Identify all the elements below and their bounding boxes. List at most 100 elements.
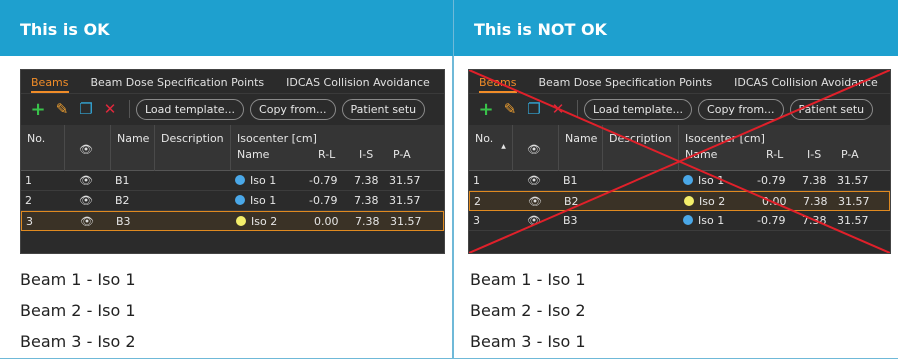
column-no[interactable]: No. bbox=[21, 125, 65, 171]
isocenter-name: Iso 2 bbox=[236, 215, 277, 228]
isocenter-label: Iso 1 bbox=[698, 174, 725, 187]
no-header: No. bbox=[475, 132, 494, 145]
eye-icon: 👁 bbox=[527, 143, 541, 156]
table-row[interactable]: 2 👁 B2 Iso 1 -0.79 7.38 31.57 bbox=[21, 191, 444, 211]
column-name[interactable]: Name bbox=[111, 125, 155, 171]
tab-idcas-collision-avoidance[interactable]: IDCAS Collision Avoidance bbox=[734, 76, 878, 93]
pa-header: P-A bbox=[841, 148, 859, 161]
pa-value: 31.57 bbox=[389, 194, 421, 207]
table-row[interactable]: 3 👁 B3 Iso 1 -0.79 7.38 31.57 bbox=[469, 211, 890, 231]
tab-beam-dose-specification-points[interactable]: Beam Dose Specification Points bbox=[539, 76, 713, 93]
is-value: 7.38 bbox=[354, 194, 379, 207]
eye-icon: 👁 bbox=[527, 214, 541, 227]
beam-number: 2 bbox=[474, 195, 481, 208]
table-body: 1 👁 B1 Iso 1 -0.79 7.38 31.57 2 👁 B2 Iso 2 0.00 7.38… bbox=[469, 171, 890, 231]
table-row[interactable]: 1 👁 B1 Iso 1 -0.79 7.38 31.57 bbox=[21, 171, 444, 191]
eye-icon: 👁 bbox=[527, 174, 541, 187]
rl-header: R-L bbox=[766, 148, 784, 161]
load-template-button[interactable]: Load template... bbox=[584, 98, 693, 120]
isocenter-header: Isocenter [cm] bbox=[685, 132, 765, 145]
table-row[interactable]: 2 👁 B2 Iso 2 0.00 7.38 31.57 bbox=[469, 191, 890, 211]
isocenter-label: Iso 2 bbox=[699, 195, 726, 208]
iso-name-header: Name bbox=[237, 148, 270, 161]
copy-icon[interactable]: ❐ bbox=[525, 100, 543, 118]
isocenter-name: Iso 1 bbox=[683, 174, 724, 187]
is-value: 7.38 bbox=[354, 174, 379, 187]
rl-value: 0.00 bbox=[314, 215, 339, 228]
rl-value: -0.79 bbox=[757, 174, 786, 187]
beams-toolbar: + ✎ ❐ ✕ Load template... Copy from... Pa… bbox=[21, 94, 444, 124]
tab-beams[interactable]: Beams bbox=[31, 76, 69, 93]
ok-panel: This is OK Beams Beam Dose Specification… bbox=[0, 0, 453, 359]
delete-icon[interactable]: ✕ bbox=[101, 100, 119, 118]
copy-from-button[interactable]: Copy from... bbox=[698, 98, 784, 120]
tab-idcas-collision-avoidance[interactable]: IDCAS Collision Avoidance bbox=[286, 76, 430, 93]
beam-name: B1 bbox=[115, 174, 130, 187]
iso-name-header: Name bbox=[685, 148, 718, 161]
load-template-button[interactable]: Load template... bbox=[136, 98, 245, 120]
not-ok-screenshot: Beams Beam Dose Specification Points IDC… bbox=[468, 69, 891, 254]
summary-line: Beam 2 - Iso 1 bbox=[20, 301, 136, 320]
not-ok-panel-title: This is NOT OK bbox=[454, 0, 898, 56]
isocenter-header: Isocenter [cm] bbox=[237, 132, 317, 145]
tab-beam-dose-specification-points[interactable]: Beam Dose Specification Points bbox=[91, 76, 265, 93]
isocenter-color-dot bbox=[684, 196, 694, 206]
copy-icon[interactable]: ❐ bbox=[77, 100, 95, 118]
pa-value: 31.57 bbox=[389, 174, 421, 187]
column-no[interactable]: No. ▲ bbox=[469, 125, 513, 171]
patient-setup-button[interactable]: Patient setu bbox=[789, 98, 874, 120]
not-ok-beam-summary: Beam 1 - Iso 1 Beam 2 - Iso 2 Beam 3 - I… bbox=[470, 264, 586, 357]
isocenter-color-dot bbox=[683, 215, 693, 225]
is-header: I-S bbox=[807, 148, 822, 161]
sort-up-icon: ▲ bbox=[501, 143, 506, 150]
patient-setup-button[interactable]: Patient setu bbox=[341, 98, 426, 120]
column-description[interactable]: Description bbox=[603, 125, 679, 171]
column-description[interactable]: Description bbox=[155, 125, 231, 171]
copy-from-button[interactable]: Copy from... bbox=[250, 98, 336, 120]
eye-icon: 👁 bbox=[79, 194, 93, 207]
edit-pencil-icon[interactable]: ✎ bbox=[501, 100, 519, 118]
table-row[interactable]: 1 👁 B1 Iso 1 -0.79 7.38 31.57 bbox=[469, 171, 890, 191]
isocenter-name: Iso 1 bbox=[235, 174, 276, 187]
isocenter-color-dot bbox=[236, 216, 246, 226]
column-visibility[interactable]: 👁 bbox=[65, 125, 111, 171]
isocenter-color-dot bbox=[683, 175, 693, 185]
column-visibility[interactable]: 👁 bbox=[513, 125, 559, 171]
beam-number: 2 bbox=[25, 194, 32, 207]
table-row[interactable]: 3 👁 B3 Iso 2 0.00 7.38 31.57 bbox=[21, 211, 444, 231]
isocenter-label: Iso 2 bbox=[251, 215, 278, 228]
isocenter-color-dot bbox=[235, 175, 245, 185]
beam-name: B1 bbox=[563, 174, 578, 187]
delete-icon[interactable]: ✕ bbox=[549, 100, 567, 118]
not-ok-panel-body: Beams Beam Dose Specification Points IDC… bbox=[454, 56, 898, 359]
edit-pencil-icon[interactable]: ✎ bbox=[53, 100, 71, 118]
pa-header: P-A bbox=[393, 148, 411, 161]
beams-toolbar: + ✎ ❐ ✕ Load template... Copy from... Pa… bbox=[469, 94, 890, 124]
isocenter-label: Iso 1 bbox=[698, 214, 725, 227]
column-name[interactable]: Name bbox=[559, 125, 603, 171]
eye-icon: 👁 bbox=[80, 215, 94, 228]
ok-panel-title: This is OK bbox=[0, 0, 453, 56]
is-header: I-S bbox=[359, 148, 374, 161]
toolbar-divider bbox=[577, 100, 578, 118]
is-value: 7.38 bbox=[802, 214, 827, 227]
isocenter-label: Iso 1 bbox=[250, 194, 277, 207]
add-icon[interactable]: + bbox=[29, 99, 47, 120]
beam-name: B3 bbox=[563, 214, 578, 227]
summary-line: Beam 3 - Iso 1 bbox=[470, 332, 586, 351]
summary-line: Beam 1 - Iso 1 bbox=[470, 270, 586, 289]
rl-header: R-L bbox=[318, 148, 336, 161]
beam-number: 3 bbox=[473, 214, 480, 227]
add-icon[interactable]: + bbox=[477, 99, 495, 120]
beam-number: 3 bbox=[26, 215, 33, 228]
ok-screenshot: Beams Beam Dose Specification Points IDC… bbox=[20, 69, 445, 254]
is-value: 7.38 bbox=[802, 174, 827, 187]
tab-beams[interactable]: Beams bbox=[479, 76, 517, 93]
ok-beam-summary: Beam 1 - Iso 1 Beam 2 - Iso 1 Beam 3 - I… bbox=[20, 264, 136, 357]
isocenter-label: Iso 1 bbox=[250, 174, 277, 187]
tab-bar: Beams Beam Dose Specification Points IDC… bbox=[21, 70, 444, 94]
toolbar-divider bbox=[129, 100, 130, 118]
summary-line: Beam 3 - Iso 2 bbox=[20, 332, 136, 351]
table-header: No. ▲ 👁 Name Description Isocenter [cm] N… bbox=[469, 125, 890, 171]
isocenter-name: Iso 2 bbox=[684, 195, 725, 208]
